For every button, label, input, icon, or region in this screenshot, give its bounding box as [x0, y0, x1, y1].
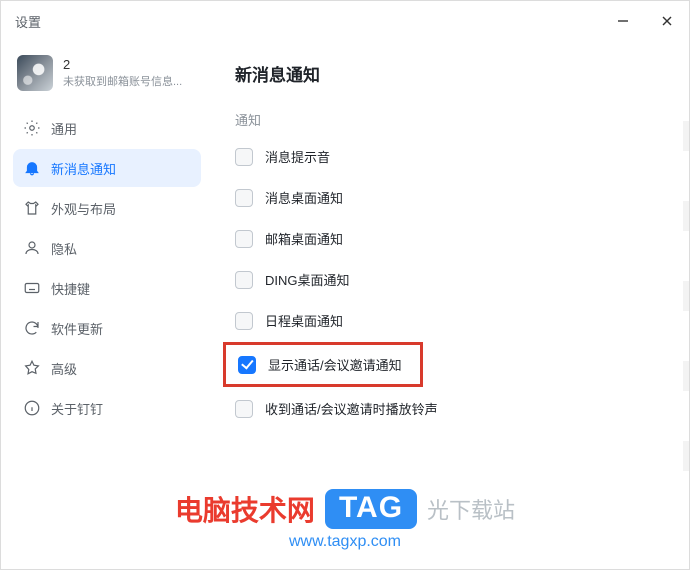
option-label: 日程桌面通知	[265, 311, 343, 330]
keyboard-icon	[23, 279, 41, 297]
option-label: DING桌面通知	[265, 270, 350, 289]
page-title: 新消息通知	[235, 61, 661, 86]
bell-icon	[23, 159, 41, 177]
checkbox[interactable]	[235, 271, 253, 289]
user-icon	[23, 239, 41, 257]
option-call-invite-show[interactable]: 显示通话/会议邀请通知	[238, 355, 408, 374]
window-controls	[601, 1, 689, 41]
option-ding[interactable]: DING桌面通知	[235, 270, 661, 289]
checkbox[interactable]	[235, 400, 253, 418]
close-button[interactable]	[645, 1, 689, 41]
minimize-button[interactable]	[601, 1, 645, 41]
sidebar-item-shortcuts[interactable]: 快捷键	[13, 269, 201, 307]
sidebar-item-label: 新消息通知	[51, 159, 116, 178]
option-label: 收到通话/会议邀请时播放铃声	[265, 399, 438, 418]
options-list: 消息提示音 消息桌面通知 邮箱桌面通知 DING桌面通知 日程桌面通知 显示通话…	[235, 147, 661, 418]
option-label: 显示通话/会议邀请通知	[268, 355, 402, 374]
checkbox[interactable]	[238, 356, 256, 374]
checkbox[interactable]	[235, 230, 253, 248]
sidebar-item-label: 通用	[51, 119, 77, 138]
sidebar-item-update[interactable]: 软件更新	[13, 309, 201, 347]
star-icon	[23, 359, 41, 377]
option-label: 消息提示音	[265, 147, 330, 166]
option-call-invite-ring[interactable]: 收到通话/会议邀请时播放铃声	[235, 399, 661, 418]
checkbox[interactable]	[235, 312, 253, 330]
option-mail[interactable]: 邮箱桌面通知	[235, 229, 661, 248]
titlebar: 设置	[1, 1, 689, 41]
sidebar-item-privacy[interactable]: 隐私	[13, 229, 201, 267]
sidebar-item-general[interactable]: 通用	[13, 109, 201, 147]
account-block[interactable]: 2 未获取到邮箱账号信息...	[13, 49, 201, 99]
option-schedule[interactable]: 日程桌面通知	[235, 311, 661, 330]
account-subtitle: 未获取到邮箱账号信息...	[63, 74, 182, 90]
sidebar-item-label: 快捷键	[51, 279, 90, 298]
content: 新消息通知 通知 消息提示音 消息桌面通知 邮箱桌面通知 DING桌面通知 日程…	[211, 41, 689, 569]
sidebar-item-about[interactable]: 关于钉钉	[13, 389, 201, 427]
sidebar: 2 未获取到邮箱账号信息... 通用 新消息通知 外观与布局	[1, 41, 211, 569]
avatar	[17, 55, 53, 91]
checkbox[interactable]	[235, 189, 253, 207]
shirt-icon	[23, 199, 41, 217]
sidebar-item-notifications[interactable]: 新消息通知	[13, 149, 201, 187]
highlighted-option-wrap: 显示通话/会议邀请通知	[235, 352, 661, 377]
highlight-box: 显示通话/会议邀请通知	[223, 342, 423, 387]
sidebar-item-label: 隐私	[51, 239, 77, 258]
sidebar-item-appearance[interactable]: 外观与布局	[13, 189, 201, 227]
account-name: 2	[63, 56, 182, 74]
sidebar-item-label: 软件更新	[51, 319, 103, 338]
checkbox[interactable]	[235, 148, 253, 166]
option-label: 邮箱桌面通知	[265, 229, 343, 248]
decorative-strip	[683, 121, 689, 499]
option-sound[interactable]: 消息提示音	[235, 147, 661, 166]
sidebar-item-label: 外观与布局	[51, 199, 116, 218]
sidebar-item-advanced[interactable]: 高级	[13, 349, 201, 387]
section-title: 通知	[235, 110, 661, 129]
info-icon	[23, 399, 41, 417]
option-desktop[interactable]: 消息桌面通知	[235, 188, 661, 207]
nav: 通用 新消息通知 外观与布局 隐私 快捷键	[13, 109, 201, 427]
refresh-icon	[23, 319, 41, 337]
window-title: 设置	[15, 12, 41, 31]
sidebar-item-label: 关于钉钉	[51, 399, 103, 418]
option-label: 消息桌面通知	[265, 188, 343, 207]
gear-icon	[23, 119, 41, 137]
sidebar-item-label: 高级	[51, 359, 77, 378]
